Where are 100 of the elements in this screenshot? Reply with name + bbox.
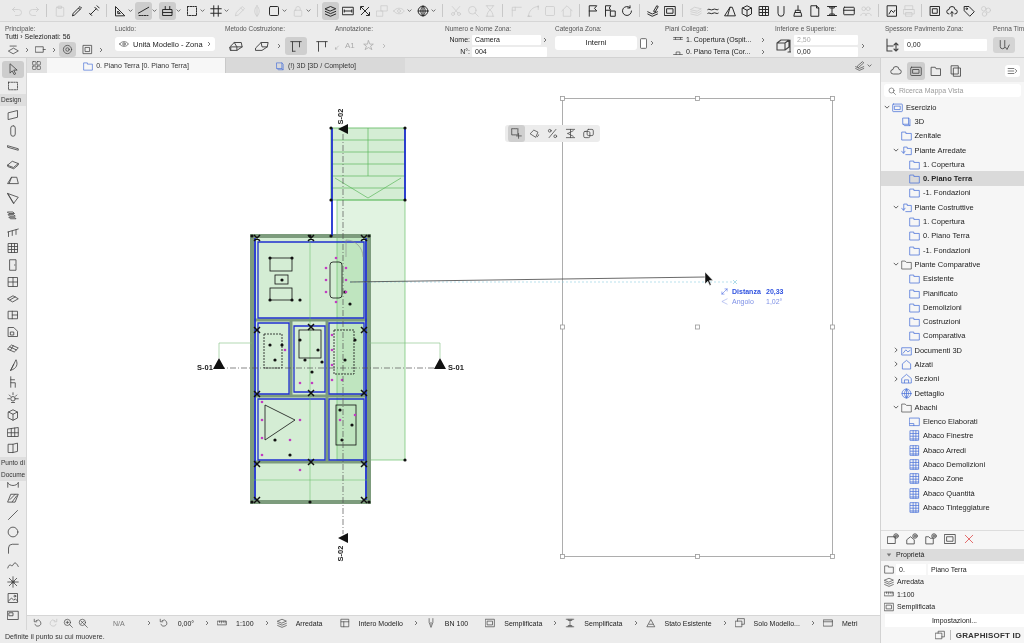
chevron-icon[interactable] (413, 620, 418, 626)
caret-icon[interactable] (176, 8, 181, 13)
frame-corner-icon[interactable] (285, 37, 307, 55)
column-icon[interactable] (7, 125, 19, 138)
caret-icon[interactable] (407, 8, 412, 13)
cloud-icon[interactable] (890, 65, 902, 77)
grid-hash-icon[interactable] (209, 4, 222, 17)
lamp-icon[interactable] (7, 392, 19, 405)
caret-icon[interactable] (224, 8, 229, 13)
grid-view-icon[interactable] (31, 61, 42, 70)
target-icon[interactable] (59, 42, 76, 57)
caret-icon[interactable] (431, 8, 436, 13)
framed-square-icon[interactable] (928, 4, 941, 17)
zoom-in-icon[interactable] (63, 618, 73, 628)
triangle-mark-icon[interactable] (645, 618, 656, 628)
chevron-icon[interactable] (52, 46, 56, 53)
chevron-icon[interactable] (553, 620, 558, 626)
frame-select-icon[interactable] (82, 44, 93, 55)
curve-mark-icon[interactable] (7, 482, 19, 489)
opening-icon[interactable] (7, 308, 19, 321)
chevron-icon[interactable] (810, 620, 815, 626)
grid-square-icon[interactable] (757, 4, 770, 17)
chevron-icon[interactable] (277, 43, 281, 49)
flag-icon[interactable] (586, 4, 599, 17)
menu-icon[interactable] (1005, 65, 1020, 77)
chevron-icon[interactable] (892, 261, 899, 268)
chevron-icon[interactable] (722, 620, 727, 626)
railing-icon[interactable] (7, 225, 19, 238)
wall-icon[interactable] (7, 108, 19, 121)
caret-icon[interactable] (152, 8, 157, 13)
brush-icon[interactable] (791, 4, 804, 17)
chevron-icon[interactable] (99, 46, 103, 53)
overlapping-windows-icon[interactable] (934, 630, 945, 640)
account-label[interactable]: GRAPHISOFT ID (955, 630, 1021, 640)
roof-slope-icon[interactable] (723, 4, 736, 17)
map-sheet-icon[interactable] (907, 62, 925, 80)
overlapping-squares-icon[interactable] (583, 128, 594, 139)
shell-icon[interactable] (7, 192, 19, 205)
document-corner-icon[interactable] (808, 4, 821, 17)
chevron-icon[interactable] (264, 620, 269, 626)
slab-icon[interactable] (7, 158, 19, 171)
caret-icon[interactable] (200, 8, 205, 13)
chevron-icon[interactable] (543, 36, 547, 43)
panel-icon[interactable] (7, 442, 19, 455)
plot-document-icon[interactable] (885, 4, 898, 17)
pen-check-icon[interactable] (993, 37, 1015, 53)
rotate-arrow-icon[interactable] (33, 618, 43, 628)
caret-icon[interactable] (306, 8, 311, 13)
layers-stack-icon[interactable] (322, 1, 339, 20)
zone-icon[interactable] (7, 325, 19, 338)
card-icon[interactable] (842, 4, 855, 17)
tilted-slab-icon[interactable] (255, 39, 269, 53)
browser-window-icon[interactable] (822, 618, 833, 628)
skylight-icon[interactable] (7, 292, 19, 305)
chevron-icon[interactable] (892, 361, 899, 368)
chevron-icon[interactable] (205, 620, 210, 626)
door-icon[interactable] (7, 258, 19, 271)
zoom-reset-icon[interactable] (78, 618, 88, 628)
window-icon[interactable] (7, 275, 19, 288)
percent-icon[interactable] (547, 128, 558, 139)
layer-pencil-icon[interactable] (855, 60, 865, 71)
line-icon[interactable] (7, 508, 19, 521)
curtain-wall-icon[interactable] (7, 242, 19, 255)
syringe-icon[interactable] (87, 4, 100, 17)
chevron-icon[interactable] (861, 43, 865, 49)
cube-icon[interactable] (740, 4, 753, 17)
cube-icon[interactable] (7, 409, 19, 422)
move-cross-icon[interactable] (508, 125, 525, 142)
rotate-arrow-icon[interactable] (158, 618, 169, 628)
i-beam-icon[interactable] (825, 4, 838, 17)
pen-nib-icon[interactable] (425, 618, 436, 628)
chevron-icon[interactable] (892, 147, 899, 154)
snap-box-icon[interactable] (159, 1, 176, 20)
open-frame-icon[interactable] (315, 39, 329, 53)
globe-icon[interactable] (416, 4, 429, 17)
house-plus-icon[interactable] (906, 532, 918, 545)
stacked-windows-icon[interactable] (734, 618, 745, 628)
layer-select-icon[interactable] (8, 44, 19, 55)
chevron-icon[interactable] (25, 46, 29, 53)
burst-icon[interactable] (7, 575, 19, 588)
caret-icon[interactable] (128, 8, 133, 13)
pen-layers-icon[interactable] (646, 4, 659, 17)
morph-icon[interactable] (7, 359, 19, 372)
stair-icon[interactable] (7, 208, 19, 221)
tag-icon[interactable] (962, 4, 975, 17)
split-square-icon[interactable] (339, 618, 350, 628)
folder-outline-icon[interactable] (930, 65, 942, 77)
mirror-icon[interactable] (565, 128, 576, 139)
cloud-upload-icon[interactable] (945, 4, 958, 17)
marquee-icon[interactable] (7, 80, 19, 93)
close-icon[interactable] (963, 532, 975, 545)
framed-sheet-icon[interactable] (7, 608, 19, 621)
mesh-icon[interactable] (7, 342, 19, 355)
eyedropper-icon[interactable] (70, 4, 83, 17)
flag-document-icon[interactable] (603, 4, 616, 17)
rectangle-select-icon[interactable] (35, 44, 46, 55)
pointer-icon[interactable] (2, 61, 24, 78)
chevron-icon[interactable] (884, 104, 890, 111)
grid-panel-icon[interactable] (7, 425, 19, 438)
caret-icon[interactable] (282, 8, 287, 13)
